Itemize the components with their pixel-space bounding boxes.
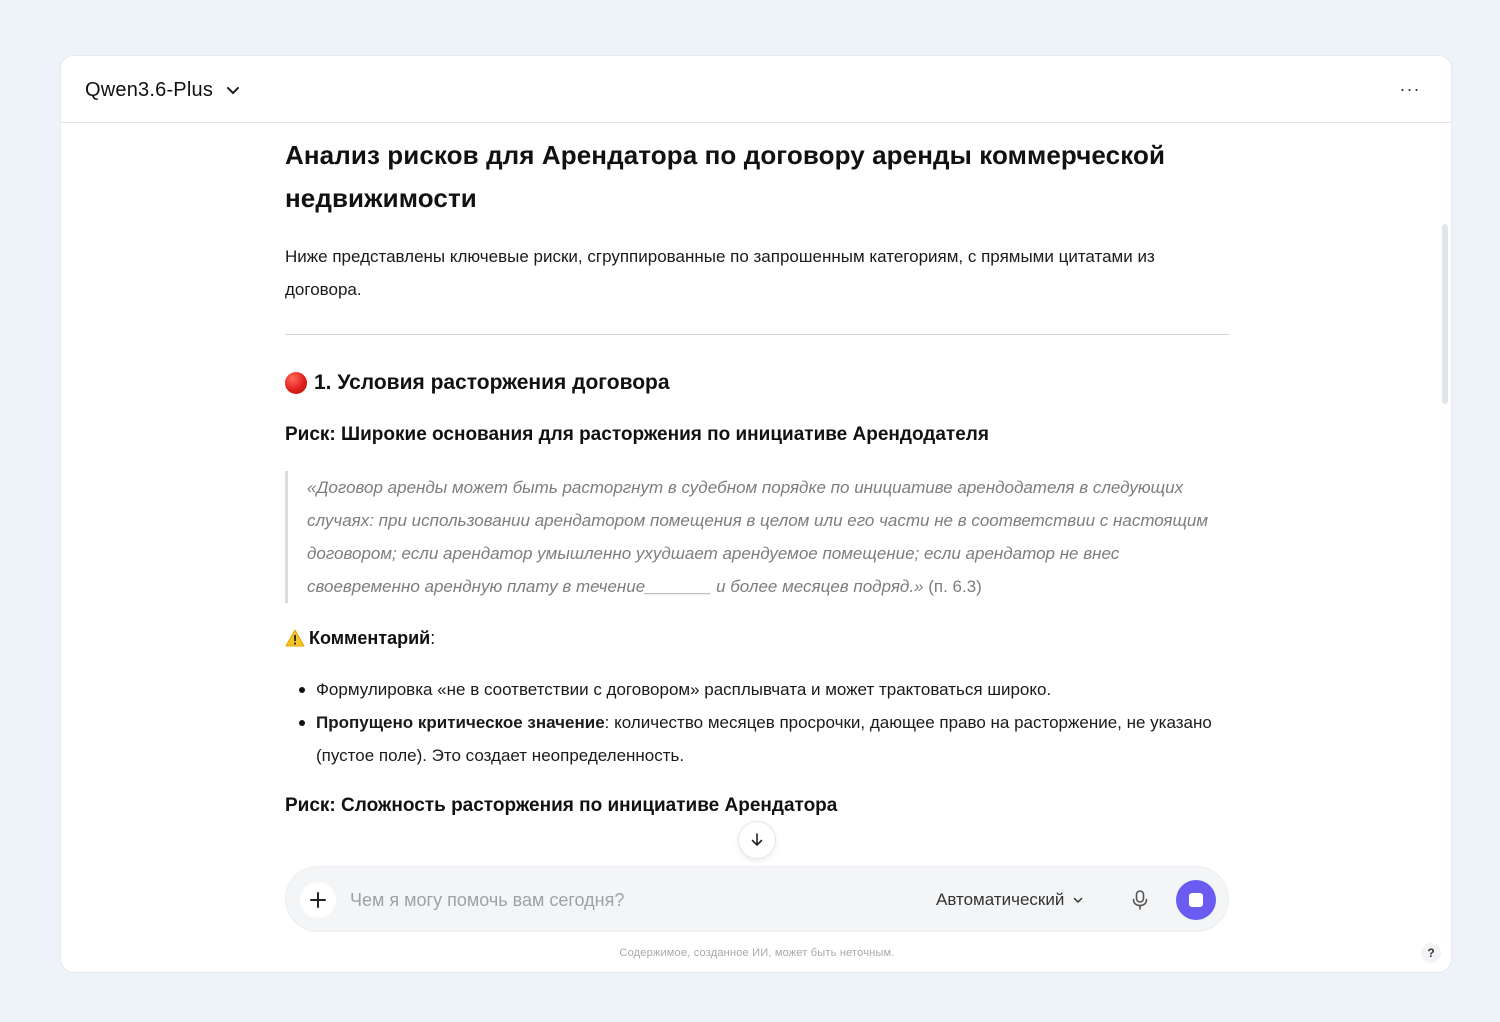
article-title: Анализ рисков для Арендатора по договору…: [285, 140, 1166, 213]
arrow-down-icon: [751, 833, 763, 846]
question-icon: ?: [1427, 946, 1435, 960]
list-item: Пропущено критическое значение: количест…: [285, 706, 1229, 772]
more-options-button[interactable]: ···: [1397, 76, 1423, 102]
help-button[interactable]: ?: [1421, 943, 1441, 963]
list-item-bold: Пропущено критическое значение: [316, 713, 605, 732]
scroll-to-bottom-button[interactable]: [738, 821, 776, 859]
chevron-down-icon: [227, 87, 240, 94]
divider: [285, 334, 1229, 335]
model-selector[interactable]: Qwen3.6-Plus: [85, 76, 241, 104]
scrollbar-thumb[interactable]: [1442, 224, 1448, 404]
comment-label: Комментарий:: [285, 623, 1229, 653]
chevron-down-icon: [1074, 897, 1083, 903]
chat-input[interactable]: [350, 885, 910, 915]
comment-list: Формулировка «не в соответствии с догово…: [285, 673, 1229, 772]
section-heading: 1. Условия расторжения договора: [285, 369, 1229, 397]
ai-disclaimer: Содержимое, созданное ИИ, может быть нет…: [619, 947, 895, 959]
message-content: Анализ рисков для Арендатора по договору…: [285, 134, 1229, 820]
chat-window: Qwen3.6-Plus ··· Анализ рисков для Аренд…: [60, 55, 1452, 973]
model-name: Qwen3.6-Plus: [85, 78, 214, 101]
quote-text: «Договор аренды может быть расторгнут в …: [307, 478, 1209, 596]
stop-icon: [1189, 893, 1203, 907]
list-item: Формулировка «не в соответствии с догово…: [285, 673, 1229, 706]
mode-selector[interactable]: Автоматический: [936, 887, 1084, 913]
comment-label-text: Комментарий: [309, 628, 431, 648]
list-item-text: Формулировка «не в соответствии с догово…: [316, 680, 1052, 699]
stop-generation-button[interactable]: [1176, 880, 1216, 920]
red-circle-icon: [285, 372, 307, 394]
risk-heading-2: Риск: Сложность расторжения по инициатив…: [285, 795, 838, 816]
section-heading-text: 1. Условия расторжения договора: [314, 371, 670, 394]
plus-icon: [310, 892, 326, 908]
more-dots-icon: ···: [1399, 78, 1421, 99]
mode-label: Автоматический: [936, 890, 1065, 909]
chat-composer: Автоматический: [285, 866, 1229, 932]
microphone-icon: [1132, 890, 1148, 910]
risk-heading: Риск: Широкие основания для расторжения …: [285, 424, 989, 445]
voice-input-button[interactable]: [1124, 884, 1156, 916]
quote-reference: (п. 6.3): [923, 577, 982, 596]
top-bar: Qwen3.6-Plus ···: [61, 56, 1451, 123]
article-intro: Ниже представлены ключевые риски, сгрупп…: [285, 247, 1155, 299]
attach-button[interactable]: [300, 882, 336, 918]
comment-colon: :: [430, 628, 436, 648]
warning-icon: [285, 629, 305, 647]
contract-quote: «Договор аренды может быть расторгнут в …: [285, 471, 1229, 603]
